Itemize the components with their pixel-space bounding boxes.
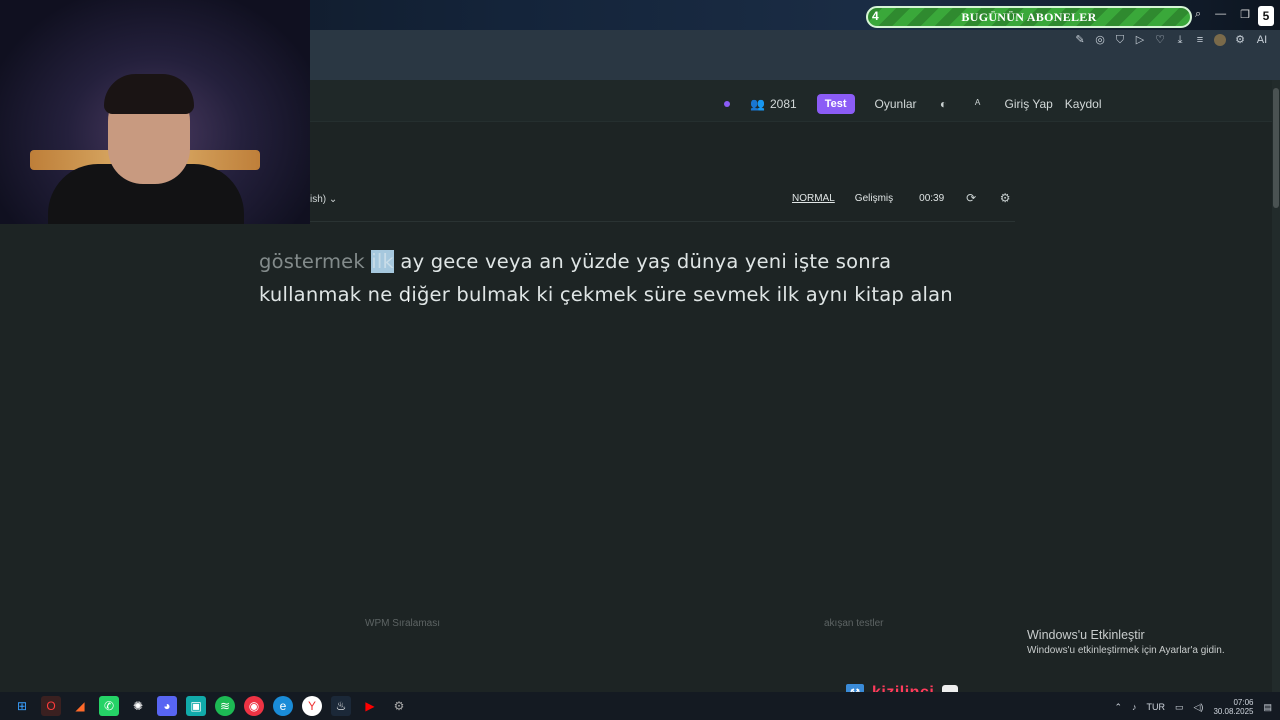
- mic-icon[interactable]: ♪: [1132, 702, 1137, 712]
- webcam-overlay: [0, 0, 310, 224]
- recent-tests-label: akışan testler: [824, 618, 884, 629]
- network-icon[interactable]: ▭: [1175, 702, 1184, 713]
- clock-date: 30.08.2025: [1213, 707, 1254, 716]
- settings-icon[interactable]: ⚙: [1234, 34, 1246, 46]
- wpm-ranking-label: WPM Sıralaması: [365, 618, 441, 629]
- avatar[interactable]: [1214, 34, 1226, 46]
- corner-badge: 5: [1258, 6, 1274, 26]
- settings-icon[interactable]: ⚙: [998, 191, 1012, 205]
- line2-words: kullanmak ne diğer bulmak ki çekmek süre…: [259, 283, 953, 306]
- translate-icon[interactable]: ᴬ: [971, 97, 985, 111]
- heart-icon[interactable]: ♡: [1154, 34, 1166, 46]
- spotify-icon[interactable]: ≋: [215, 696, 235, 716]
- app2-icon[interactable]: ▣: [186, 696, 206, 716]
- site-nav: 👥 2081 Test Oyunlar ◐ ᴬ Giriş Yap Kaydol: [724, 94, 1102, 114]
- window-controls: ⌕ — ❐: [1195, 8, 1250, 21]
- mode-normal[interactable]: NORMAL: [792, 193, 835, 204]
- timer: 00:39: [919, 192, 945, 204]
- search-icon[interactable]: ⌕: [1195, 8, 1201, 21]
- menu-icon[interactable]: ≡: [1194, 34, 1206, 46]
- chatgpt-icon[interactable]: ✺: [128, 696, 148, 716]
- language-label: ish): [310, 194, 327, 205]
- toolbar-divider: [310, 221, 1015, 222]
- test-button[interactable]: Test: [816, 94, 855, 114]
- activation-title: Windows'u Etkinleştir: [1027, 628, 1145, 642]
- mouse-cursor: [408, 292, 414, 302]
- edge-icon[interactable]: e: [273, 696, 293, 716]
- edit-icon[interactable]: ✎: [1074, 34, 1086, 46]
- steam-icon[interactable]: ♨: [331, 696, 351, 716]
- chevron-up-icon[interactable]: ⌃: [1114, 702, 1122, 713]
- whatsapp-icon[interactable]: ✆: [99, 696, 119, 716]
- online-dot: [724, 101, 730, 107]
- refresh-icon[interactable]: ⟳: [964, 191, 978, 205]
- login-link[interactable]: Giriş Yap: [1005, 97, 1053, 111]
- games-link[interactable]: Oyunlar: [875, 97, 917, 111]
- opera-icon[interactable]: O: [41, 696, 61, 716]
- settings-icon[interactable]: ⚙: [389, 696, 409, 716]
- windows-start-icon[interactable]: ⊞: [12, 696, 32, 716]
- language-indicator[interactable]: TUR: [1147, 702, 1166, 712]
- taskbar-apps: ⊞ O ◢ ✆ ✺ ◕ ▣ ≋ ◉ e Y ♨ ▶ ⚙: [0, 696, 409, 716]
- app-icon[interactable]: ◢: [70, 696, 90, 716]
- yandex-icon[interactable]: Y: [302, 696, 322, 716]
- current-word: ilk: [371, 250, 395, 273]
- typing-text[interactable]: göstermek ilk ay gece veya an yüzde yaş …: [259, 245, 1019, 311]
- test-toolbar: ish) ⌄ NORMAL Gelişmiş 00:39 ⟳ ⚙: [310, 186, 1015, 216]
- online-count: 2081: [770, 97, 797, 111]
- notification-icon[interactable]: ▤: [1263, 702, 1272, 713]
- camera-icon[interactable]: ◎: [1094, 34, 1106, 46]
- download-icon[interactable]: ⤓: [1174, 34, 1186, 46]
- shield-icon[interactable]: ⛉: [1114, 34, 1126, 46]
- play-icon[interactable]: ▷: [1134, 34, 1146, 46]
- line1-rest: ay gece veya an yüzde yaş dünya yeni işt…: [400, 250, 892, 273]
- typed-word: göstermek: [259, 250, 365, 273]
- clock-time: 07:06: [1233, 698, 1254, 707]
- chrome-icon[interactable]: ◉: [244, 696, 264, 716]
- discord-icon[interactable]: ◕: [157, 696, 177, 716]
- activation-subtitle: Windows'u etkinleştirmek için Ayarlar'a …: [1027, 645, 1225, 656]
- webcam-person-hair: [104, 74, 194, 114]
- users-icon: 👥: [750, 97, 765, 111]
- subscriber-title: BUGÜNÜN ABONELER: [961, 9, 1097, 24]
- palette-icon[interactable]: ◐: [937, 97, 951, 111]
- page-scrollbar[interactable]: [1272, 80, 1280, 692]
- maximize-icon[interactable]: ❐: [1240, 8, 1250, 21]
- online-users: 👥 2081: [750, 97, 797, 111]
- subscriber-banner: 4 BUGÜNÜN ABONELER: [866, 6, 1192, 28]
- ai-button[interactable]: AI: [1254, 34, 1270, 46]
- system-tray: ⌃ ♪ TUR ▭ ◁) 07:06 30.08.2025 ▤: [1114, 698, 1272, 716]
- subscriber-count: 4: [872, 9, 879, 23]
- register-link[interactable]: Kaydol: [1065, 97, 1102, 111]
- windows-activation: Windows'u Etkinleştir Windows'u etkinleş…: [1027, 628, 1225, 656]
- extension-icons: ✎ ◎ ⛉ ▷ ♡ ⤓ ≡ ⚙ AI: [1074, 34, 1270, 46]
- volume-icon[interactable]: ◁): [1194, 702, 1204, 713]
- scrollbar-thumb[interactable]: [1273, 88, 1279, 208]
- clock[interactable]: 07:06 30.08.2025: [1213, 698, 1253, 716]
- minimize-icon[interactable]: —: [1215, 8, 1226, 21]
- taskbar: ⊞ O ◢ ✆ ✺ ◕ ▣ ≋ ◉ e Y ♨ ▶ ⚙ ⌃ ♪ TUR ▭ ◁)…: [0, 692, 1280, 720]
- youtube-icon[interactable]: ▶: [360, 696, 380, 716]
- mode-advanced[interactable]: Gelişmiş: [855, 193, 893, 204]
- test-options: NORMAL Gelişmiş 00:39 ⟳ ⚙: [792, 191, 1012, 205]
- language-select[interactable]: ish) ⌄: [310, 194, 337, 205]
